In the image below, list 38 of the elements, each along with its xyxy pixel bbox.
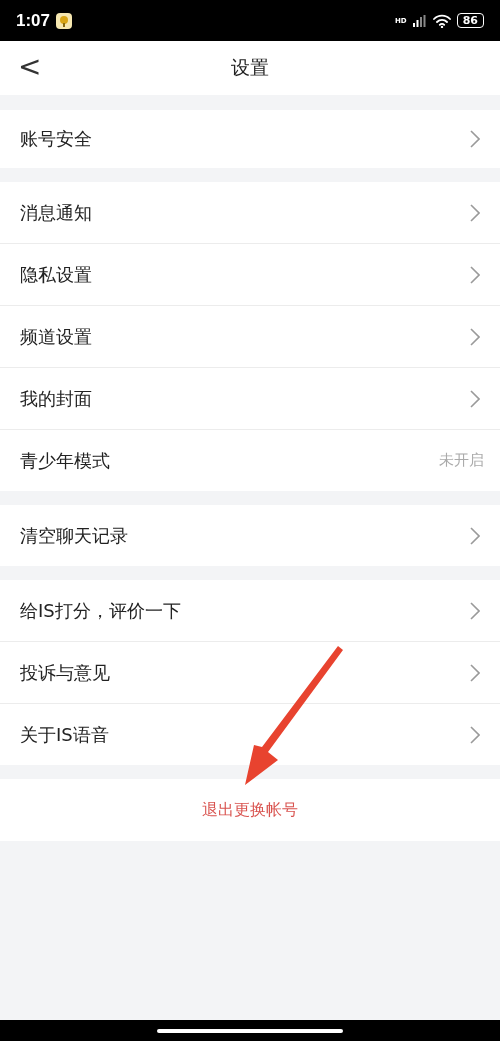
chevron-right-icon <box>470 327 480 346</box>
row-label: 频道设置 <box>20 324 92 349</box>
settings-row[interactable]: 青少年模式 未开启 <box>0 430 500 491</box>
settings-row[interactable]: 关于IS语音 <box>0 704 500 765</box>
chevron-right-icon <box>470 203 480 222</box>
chevron-right-icon <box>470 389 480 408</box>
settings-row[interactable]: 清空聊天记录 <box>0 505 500 566</box>
row-label: 隐私设置 <box>20 262 92 287</box>
page-title: 设置 <box>231 55 269 80</box>
settings-row[interactable]: 我的封面 <box>0 368 500 430</box>
chevron-right-icon <box>470 130 480 148</box>
row-label: 清空聊天记录 <box>20 523 128 548</box>
back-button[interactable]: < <box>12 51 48 83</box>
status-value: 未开启 <box>439 451 484 470</box>
row-label: 我的封面 <box>20 386 92 411</box>
chevron-right-icon <box>470 526 480 545</box>
settings-row[interactable]: 给IS打分，评价一下 <box>0 580 500 642</box>
settings-row[interactable]: 频道设置 <box>0 306 500 368</box>
chevron-right-icon <box>470 601 480 620</box>
settings-row[interactable]: 消息通知 <box>0 182 500 244</box>
chevron-right-icon <box>470 663 480 682</box>
row-label: 账号安全 <box>20 127 92 151</box>
row-label: 给IS打分，评价一下 <box>20 598 181 623</box>
settings-row[interactable]: 隐私设置 <box>0 244 500 306</box>
home-indicator[interactable] <box>157 1028 343 1033</box>
wifi-icon <box>432 13 451 28</box>
battery-level: 86 <box>456 13 484 28</box>
logout-button[interactable]: 退出更换帐号 <box>0 779 500 841</box>
row-label: 投诉与意见 <box>20 660 110 685</box>
row-label: 关于IS语音 <box>20 722 109 747</box>
signal-icon <box>412 14 427 27</box>
chevron-right-icon <box>470 725 480 744</box>
app-notification-icon <box>56 12 73 29</box>
row-label: 青少年模式 <box>20 448 110 473</box>
status-time: 1:07 <box>16 10 51 31</box>
row-label: 消息通知 <box>20 200 92 225</box>
chevron-right-icon <box>470 265 480 284</box>
settings-row[interactable]: 账号安全 <box>0 110 500 168</box>
